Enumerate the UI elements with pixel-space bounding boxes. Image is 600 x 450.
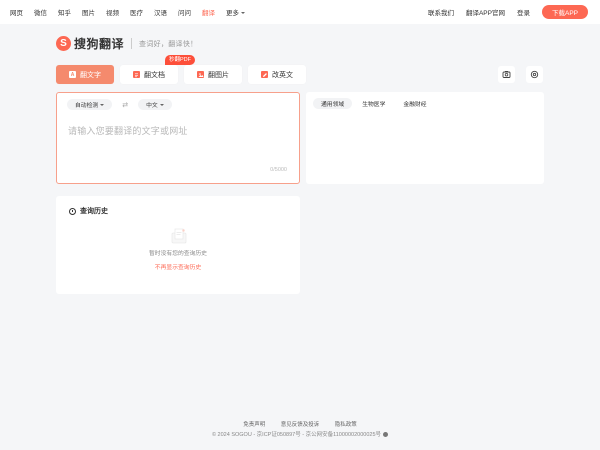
chevron-down-icon (159, 103, 164, 106)
nav-item-web[interactable]: 网页 (10, 7, 23, 17)
document-icon (133, 71, 140, 78)
nav-item-video[interactable]: 视频 (106, 7, 119, 17)
domain-finance[interactable]: 金融财经 (395, 98, 434, 109)
settings-button[interactable] (526, 66, 543, 83)
image-icon (197, 71, 204, 78)
translation-result-panel: 通用领域 生物医学 金融财经 (306, 92, 544, 184)
clock-icon (69, 207, 76, 215)
source-language-select[interactable]: 自动检测 (67, 99, 113, 110)
disclaimer-link[interactable]: 免责声明 (243, 422, 265, 428)
login-link[interactable]: 登录 (517, 7, 530, 17)
empty-history-illustration (171, 228, 187, 244)
tab-label: 翻文字 (80, 71, 101, 79)
history-empty-text: 暂时没有您的查询历史 (149, 251, 207, 257)
footer-copyright: © 2024 SOGOU - 京ICP证050897号 - 京公网安备11000… (0, 430, 600, 438)
sogou-logo-icon: S (56, 36, 71, 51)
brand-name: 搜狗翻译 (74, 37, 125, 51)
top-nav-right: 联系我们 翻译APP官网 登录 下载APP (416, 0, 588, 24)
chevron-down-icon (100, 103, 105, 106)
copyright-text: © 2024 SOGOU - 京ICP证050897号 - 京公网安备11000… (211, 432, 382, 438)
feedback-link[interactable]: 意见反馈及投诉 (281, 422, 320, 428)
screenshot-translate-button[interactable] (498, 66, 515, 83)
nav-item-hanyu[interactable]: 汉语 (154, 7, 167, 17)
contact-us-link[interactable]: 联系我们 (428, 7, 454, 17)
logo-divider (131, 38, 133, 49)
top-nav-links: 网页 微信 知乎 图片 视频 医疗 汉语 问问 翻译 更多 (10, 0, 256, 24)
hide-history-link[interactable]: 不再显示查询历史 (56, 262, 300, 271)
edit-icon (261, 71, 268, 78)
character-counter: 0/5000 (270, 167, 287, 173)
history-title: 查询历史 (69, 206, 108, 216)
privacy-link[interactable]: 隐私政策 (335, 422, 357, 428)
nav-item-more[interactable]: 更多 (226, 7, 245, 17)
tab-translate-text[interactable]: A 翻文字 (56, 65, 114, 84)
tab-translate-image[interactable]: 翻图片 (184, 65, 242, 84)
query-history-panel: 查询历史 (56, 196, 300, 294)
app-site-link[interactable]: 翻译APP官网 (466, 7, 505, 17)
text-icon: A (69, 71, 76, 78)
chevron-down-icon (241, 12, 245, 15)
tab-label: 改英文 (272, 71, 293, 79)
brand-logo[interactable]: S 搜狗翻译 查词好，翻译快！ (56, 35, 197, 52)
tab-label: 翻文档 (144, 71, 165, 79)
top-navbar: 网页 微信 知乎 图片 视频 医疗 汉语 问问 翻译 更多 联系我们 翻译APP… (0, 0, 600, 24)
source-text-panel[interactable]: 自动检测 ⇄ 中文 请输入您要翻译的文字或网址 0/5000 (56, 92, 300, 184)
settings-icon (530, 70, 539, 79)
tab-polish-english[interactable]: 改英文 (248, 65, 306, 84)
domain-selector: 通用领域 生物医学 金融财经 (313, 98, 437, 109)
nav-item-translate[interactable]: 翻译 (202, 7, 215, 17)
pdf-promo-badge: 秒翻PDF (165, 55, 196, 65)
domain-biomedical[interactable]: 生物医学 (354, 98, 393, 109)
police-badge-icon (383, 432, 389, 438)
nav-item-wenwen[interactable]: 问问 (178, 7, 191, 17)
nav-item-medical[interactable]: 医疗 (130, 7, 143, 17)
swap-languages-icon[interactable]: ⇄ (122, 101, 128, 109)
tab-label: 翻图片 (208, 71, 229, 79)
footer-links: 免责声明 意见反馈及投诉 隐私政策 (0, 420, 600, 428)
nav-item-weixin[interactable]: 微信 (34, 7, 47, 17)
brand-slogan: 查词好，翻译快！ (139, 40, 198, 48)
nav-item-zhihu[interactable]: 知乎 (58, 7, 71, 17)
tab-translate-document[interactable]: 翻文档 秒翻PDF (120, 55, 196, 84)
source-input-placeholder[interactable]: 请输入您要翻译的文字或网址 (68, 124, 188, 137)
domain-general[interactable]: 通用领域 (313, 98, 353, 109)
target-language-select[interactable]: 中文 (138, 99, 172, 110)
language-selector-row: 自动检测 ⇄ 中文 (67, 99, 172, 110)
nav-item-images[interactable]: 图片 (82, 7, 95, 17)
target-language-label: 中文 (146, 103, 158, 109)
history-title-label: 查询历史 (80, 208, 108, 215)
translate-mode-tabs: A 翻文字 翻文档 秒翻PDF 翻图片 改英文 (56, 55, 312, 84)
download-app-button[interactable]: 下载APP (541, 5, 588, 19)
screenshot-icon (502, 71, 511, 78)
nav-more-label: 更多 (226, 10, 239, 17)
source-language-label: 自动检测 (75, 103, 99, 109)
